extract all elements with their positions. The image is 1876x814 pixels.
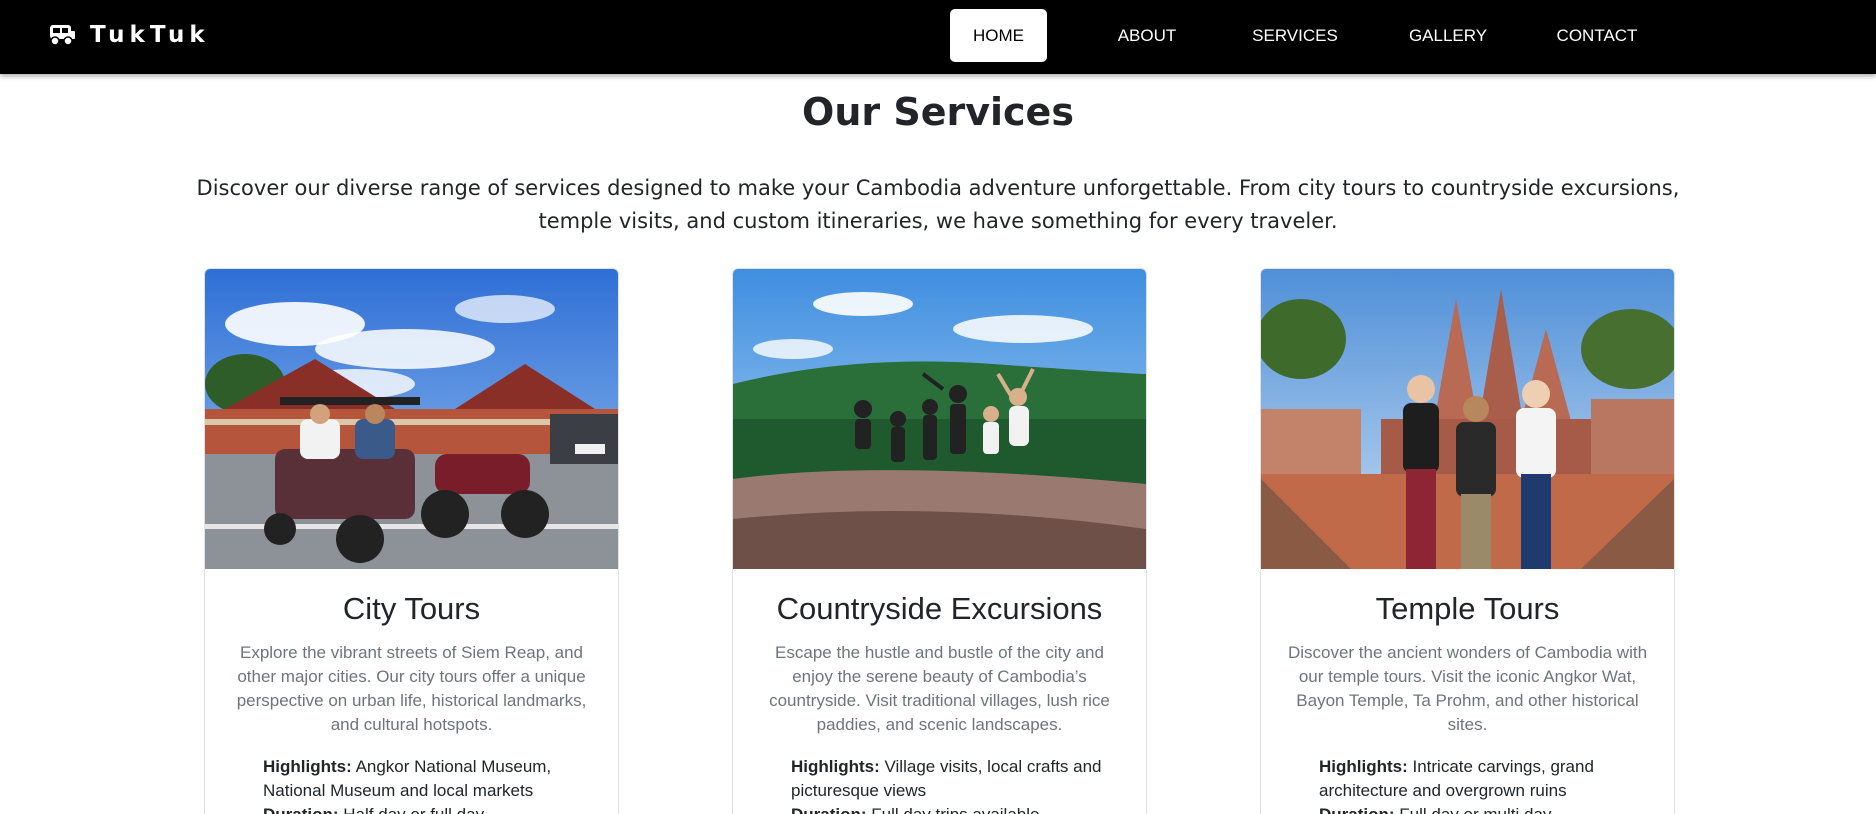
card-description: Discover the ancient wonders of Cambodia… [1287,643,1648,734]
city-tour-photo [205,269,618,569]
nav-about[interactable]: ABOUT [1099,9,1195,62]
nav-services[interactable]: SERVICES [1243,9,1347,62]
main-nav: HOME ABOUT SERVICES GALLERY CONTACT [950,9,1643,62]
brand-name: TukTuk [90,22,210,48]
card-description: Escape the hustle and bustle of the city… [769,643,1110,734]
nav-home[interactable]: HOME [950,9,1047,62]
card-description: Explore the vibrant streets of Siem Reap… [236,643,587,734]
service-card-countryside: Countryside Excursions Escape the hustle… [732,268,1147,814]
brand-logo[interactable]: TukTuk [48,20,210,50]
nav-contact[interactable]: CONTACT [1551,9,1643,62]
highlights-label: Highlights: [791,757,880,776]
card-details: Highlights: Intricate carvings, grand ar… [1261,755,1674,814]
navbar: TukTuk HOME ABOUT SERVICES GALLERY CONTA… [0,0,1876,74]
duration-value: Half day or full day [343,805,484,814]
card-details: Highlights: Angkor National Museum, Nati… [205,755,618,814]
duration-label: Duration: [791,805,867,814]
service-card-city-tours: City Tours Explore the vibrant streets o… [204,268,619,814]
countryside-photo [733,269,1146,569]
card-details: Highlights: Village visits, local crafts… [733,755,1146,814]
duration-label: Duration: [263,805,339,814]
duration-label: Duration: [1319,805,1395,814]
card-title: City Tours [342,591,481,626]
card-title: Countryside Excursions [776,591,1103,626]
service-card-temple-tours: Temple Tours Discover the ancient wonder… [1260,268,1675,814]
services-intro: Discover our diverse range of services d… [196,176,1680,233]
duration-value: Full day or multi day [1399,805,1551,814]
tuktuk-icon [50,25,75,46]
card-title: Temple Tours [1375,591,1560,626]
page-title: Our Services [802,90,1074,134]
temple-tour-photo [1261,269,1674,569]
highlights-label: Highlights: [1319,757,1408,776]
highlights-label: Highlights: [263,757,352,776]
duration-value: Full day trips available [871,805,1039,814]
nav-gallery[interactable]: GALLERY [1403,9,1493,62]
